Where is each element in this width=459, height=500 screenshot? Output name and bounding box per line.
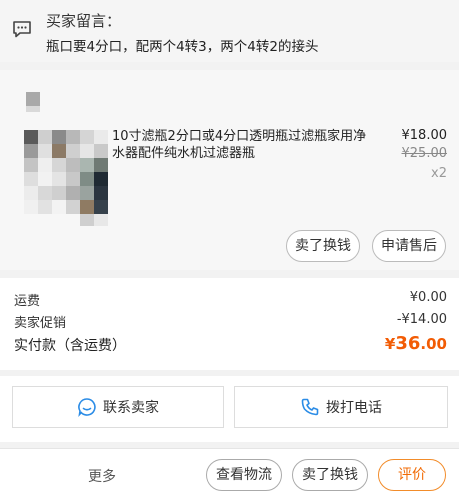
review-button[interactable]: 评价 [378,459,446,491]
contact-section: 联系卖家 拨打电话 [0,376,459,442]
contact-seller-label: 联系卖家 [103,400,159,416]
view-logistics-button[interactable]: 查看物流 [206,459,282,491]
shipping-label: 运费 [14,294,41,309]
phone-icon [301,398,319,416]
order-summary: 运费 ¥0.00 卖家促销 -¥14.00 实付款（含运费） ¥36.00 [0,278,459,370]
order-item-card[interactable]: 10寸滤瓶2分口或4分口透明瓶过滤瓶家用净水器配件纯水机过滤器瓶 ¥18.00 … [0,70,459,270]
product-title[interactable]: 10寸滤瓶2分口或4分口透明瓶过滤瓶家用净水器配件纯水机过滤器瓶 [112,128,372,162]
product-original-price: ¥25.00 [401,146,448,161]
shipping-row: 运费 ¥0.00 [14,290,447,309]
buyer-memo-text: 瓶口要4分口，配两个4转3，两个4转2的接头 [46,39,319,55]
paid-row: 实付款（含运费） ¥36.00 [14,333,447,355]
product-quantity: x2 [431,166,447,181]
paid-amount: ¥36.00 [385,333,447,354]
sell-item-footer-button[interactable]: 卖了换钱 [292,459,368,491]
shipping-value: ¥0.00 [409,290,447,305]
paid-label: 实付款（含运费） [14,338,126,354]
buyer-memo-label: 买家留言： [46,12,122,30]
bottom-action-bar: 更多 查看物流 卖了换钱 评价 [0,448,459,500]
chat-bubble-icon [78,398,96,417]
product-thumbnail[interactable] [24,130,108,226]
call-phone-button[interactable]: 拨打电话 [234,386,448,428]
apply-after-sales-button[interactable]: 申请售后 [372,230,446,262]
buyer-memo-section: 买家留言： 瓶口要4分口，配两个4转3，两个4转2的接头 [0,0,459,62]
promo-row: 卖家促销 -¥14.00 [14,312,447,331]
shop-name-blurred [26,106,40,112]
promo-label: 卖家促销 [14,316,67,331]
sell-item-button[interactable]: 卖了换钱 [286,230,360,262]
paid-integer: 36 [395,333,421,354]
paid-decimal: .00 [420,335,447,353]
promo-value: -¥14.00 [396,312,447,327]
paid-currency: ¥ [384,335,396,353]
more-button[interactable]: 更多 [88,466,116,486]
message-icon [13,21,31,38]
contact-seller-button[interactable]: 联系卖家 [12,386,224,428]
shop-avatar-blurred [26,92,40,106]
call-phone-label: 拨打电话 [326,400,382,416]
product-price: ¥18.00 [401,128,448,143]
